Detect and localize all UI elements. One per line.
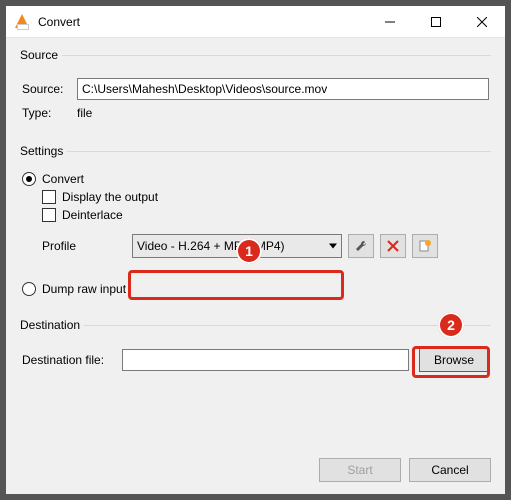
profile-value: Video - H.264 + MP3 (MP4) bbox=[137, 239, 285, 253]
checkbox-icon bbox=[42, 190, 56, 204]
annotation-badge-1: 1 bbox=[236, 238, 262, 264]
annotation-badge-2: 2 bbox=[438, 312, 464, 338]
new-profile-button[interactable] bbox=[412, 234, 438, 258]
source-path-input[interactable] bbox=[77, 78, 489, 100]
profile-label: Profile bbox=[42, 239, 132, 253]
dialog-body: Source Source: Type: file Settings Conve… bbox=[6, 38, 505, 450]
settings-legend: Settings bbox=[20, 144, 67, 158]
destination-legend: Destination bbox=[20, 318, 84, 332]
close-button[interactable] bbox=[459, 6, 505, 37]
display-output-checkbox[interactable]: Display the output bbox=[42, 190, 489, 204]
maximize-button[interactable] bbox=[413, 6, 459, 37]
display-output-label: Display the output bbox=[62, 190, 158, 204]
dialog-footer: Start Cancel bbox=[6, 450, 505, 494]
source-label: Source: bbox=[22, 82, 77, 96]
edit-profile-button[interactable] bbox=[348, 234, 374, 258]
dump-raw-label: Dump raw input bbox=[42, 282, 126, 296]
browse-label: Browse bbox=[434, 353, 474, 367]
dump-raw-radio[interactable]: Dump raw input bbox=[22, 282, 489, 296]
vlc-cone-icon bbox=[14, 14, 30, 30]
convert-radio[interactable]: Convert bbox=[22, 172, 489, 186]
minimize-button[interactable] bbox=[367, 6, 413, 37]
settings-group: Settings Convert Display the output Dein… bbox=[20, 144, 491, 304]
radio-icon bbox=[22, 282, 36, 296]
wrench-icon bbox=[354, 239, 368, 253]
start-label: Start bbox=[347, 463, 372, 477]
titlebar: Convert bbox=[6, 6, 505, 38]
source-group: Source Source: Type: file bbox=[20, 48, 491, 130]
window-title: Convert bbox=[38, 15, 367, 29]
destination-label: Destination file: bbox=[22, 353, 122, 367]
cancel-label: Cancel bbox=[431, 463, 468, 477]
radio-icon bbox=[22, 172, 36, 186]
deinterlace-label: Deinterlace bbox=[62, 208, 123, 222]
destination-file-input[interactable] bbox=[122, 349, 409, 371]
source-legend: Source bbox=[20, 48, 62, 62]
chevron-down-icon bbox=[329, 244, 337, 249]
new-doc-icon bbox=[418, 239, 432, 253]
start-button[interactable]: Start bbox=[319, 458, 401, 482]
browse-button[interactable]: Browse bbox=[419, 348, 489, 372]
type-label: Type: bbox=[22, 106, 77, 120]
deinterlace-checkbox[interactable]: Deinterlace bbox=[42, 208, 489, 222]
cancel-button[interactable]: Cancel bbox=[409, 458, 491, 482]
convert-dialog: Convert Source Source: Type: file bbox=[5, 5, 506, 495]
destination-group: Destination Destination file: Browse 2 bbox=[20, 318, 491, 386]
convert-radio-label: Convert bbox=[42, 172, 84, 186]
x-icon bbox=[387, 240, 399, 252]
checkbox-icon bbox=[42, 208, 56, 222]
delete-profile-button[interactable] bbox=[380, 234, 406, 258]
window-controls bbox=[367, 6, 505, 37]
type-value: file bbox=[77, 106, 92, 120]
